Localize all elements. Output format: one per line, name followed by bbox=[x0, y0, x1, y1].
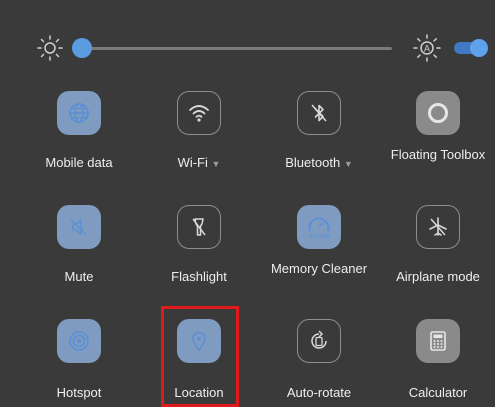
brightness-row: A bbox=[0, 28, 495, 68]
location-button[interactable] bbox=[177, 319, 221, 363]
dropdown-arrow-icon[interactable]: ▼ bbox=[212, 159, 221, 169]
memory-badge: 415 MB bbox=[309, 234, 330, 240]
mute-icon bbox=[70, 218, 87, 236]
tile-label: Calculator bbox=[408, 385, 468, 400]
location-pin-icon bbox=[192, 331, 206, 352]
toggle-knob bbox=[470, 39, 488, 57]
gauge-icon: 415 MB bbox=[308, 217, 330, 240]
bluetooth-button[interactable] bbox=[297, 91, 341, 135]
wifi-button[interactable] bbox=[177, 91, 221, 135]
flashlight-icon bbox=[192, 218, 206, 236]
tile-label: Flashlight bbox=[171, 269, 227, 284]
tile-label: Auto-rotate bbox=[286, 385, 352, 400]
hotspot-icon bbox=[69, 331, 89, 351]
rotate-icon bbox=[311, 330, 327, 349]
wifi-icon bbox=[189, 105, 209, 122]
tile-label-row: Wi-Fi ▼ bbox=[139, 155, 259, 172]
svg-text:A: A bbox=[424, 45, 431, 55]
auto-brightness-toggle[interactable] bbox=[452, 39, 488, 57]
tile-label: Location bbox=[174, 385, 224, 400]
airplane-mode-button[interactable] bbox=[416, 205, 460, 249]
brightness-slider-thumb[interactable] bbox=[72, 38, 92, 58]
dropdown-arrow-icon[interactable]: ▼ bbox=[344, 159, 353, 169]
tile-label: Mute bbox=[64, 269, 94, 284]
auto-brightness-icon[interactable]: A bbox=[412, 33, 442, 63]
tile-label: Floating Toolbox bbox=[390, 147, 486, 162]
hotspot-button[interactable] bbox=[57, 319, 101, 363]
tile-label: Mobile data bbox=[45, 155, 113, 170]
brightness-slider[interactable] bbox=[82, 47, 392, 50]
floating-toolbox-button[interactable] bbox=[416, 91, 460, 135]
calculator-button[interactable] bbox=[416, 319, 460, 363]
tile-label: Airplane mode bbox=[396, 269, 480, 284]
airplane-icon bbox=[429, 217, 447, 236]
bluetooth-off-icon bbox=[311, 104, 327, 122]
tile-label: Wi-Fi bbox=[177, 155, 208, 170]
auto-rotate-button[interactable] bbox=[297, 319, 341, 363]
flashlight-button[interactable] bbox=[177, 205, 221, 249]
globe-icon bbox=[69, 103, 89, 123]
memory-cleaner-button[interactable]: 415 MB bbox=[297, 205, 341, 249]
tile-label: Memory Cleaner bbox=[270, 261, 368, 276]
tile-label-row: Bluetooth ▼ bbox=[259, 155, 379, 172]
mute-button[interactable] bbox=[57, 205, 101, 249]
tile-label: Bluetooth bbox=[285, 155, 341, 170]
tile-label: Hotspot bbox=[56, 385, 102, 400]
mobile-data-button[interactable] bbox=[57, 91, 101, 135]
ring-icon bbox=[428, 103, 448, 123]
calculator-icon bbox=[430, 331, 446, 351]
brightness-low-icon bbox=[37, 35, 63, 61]
